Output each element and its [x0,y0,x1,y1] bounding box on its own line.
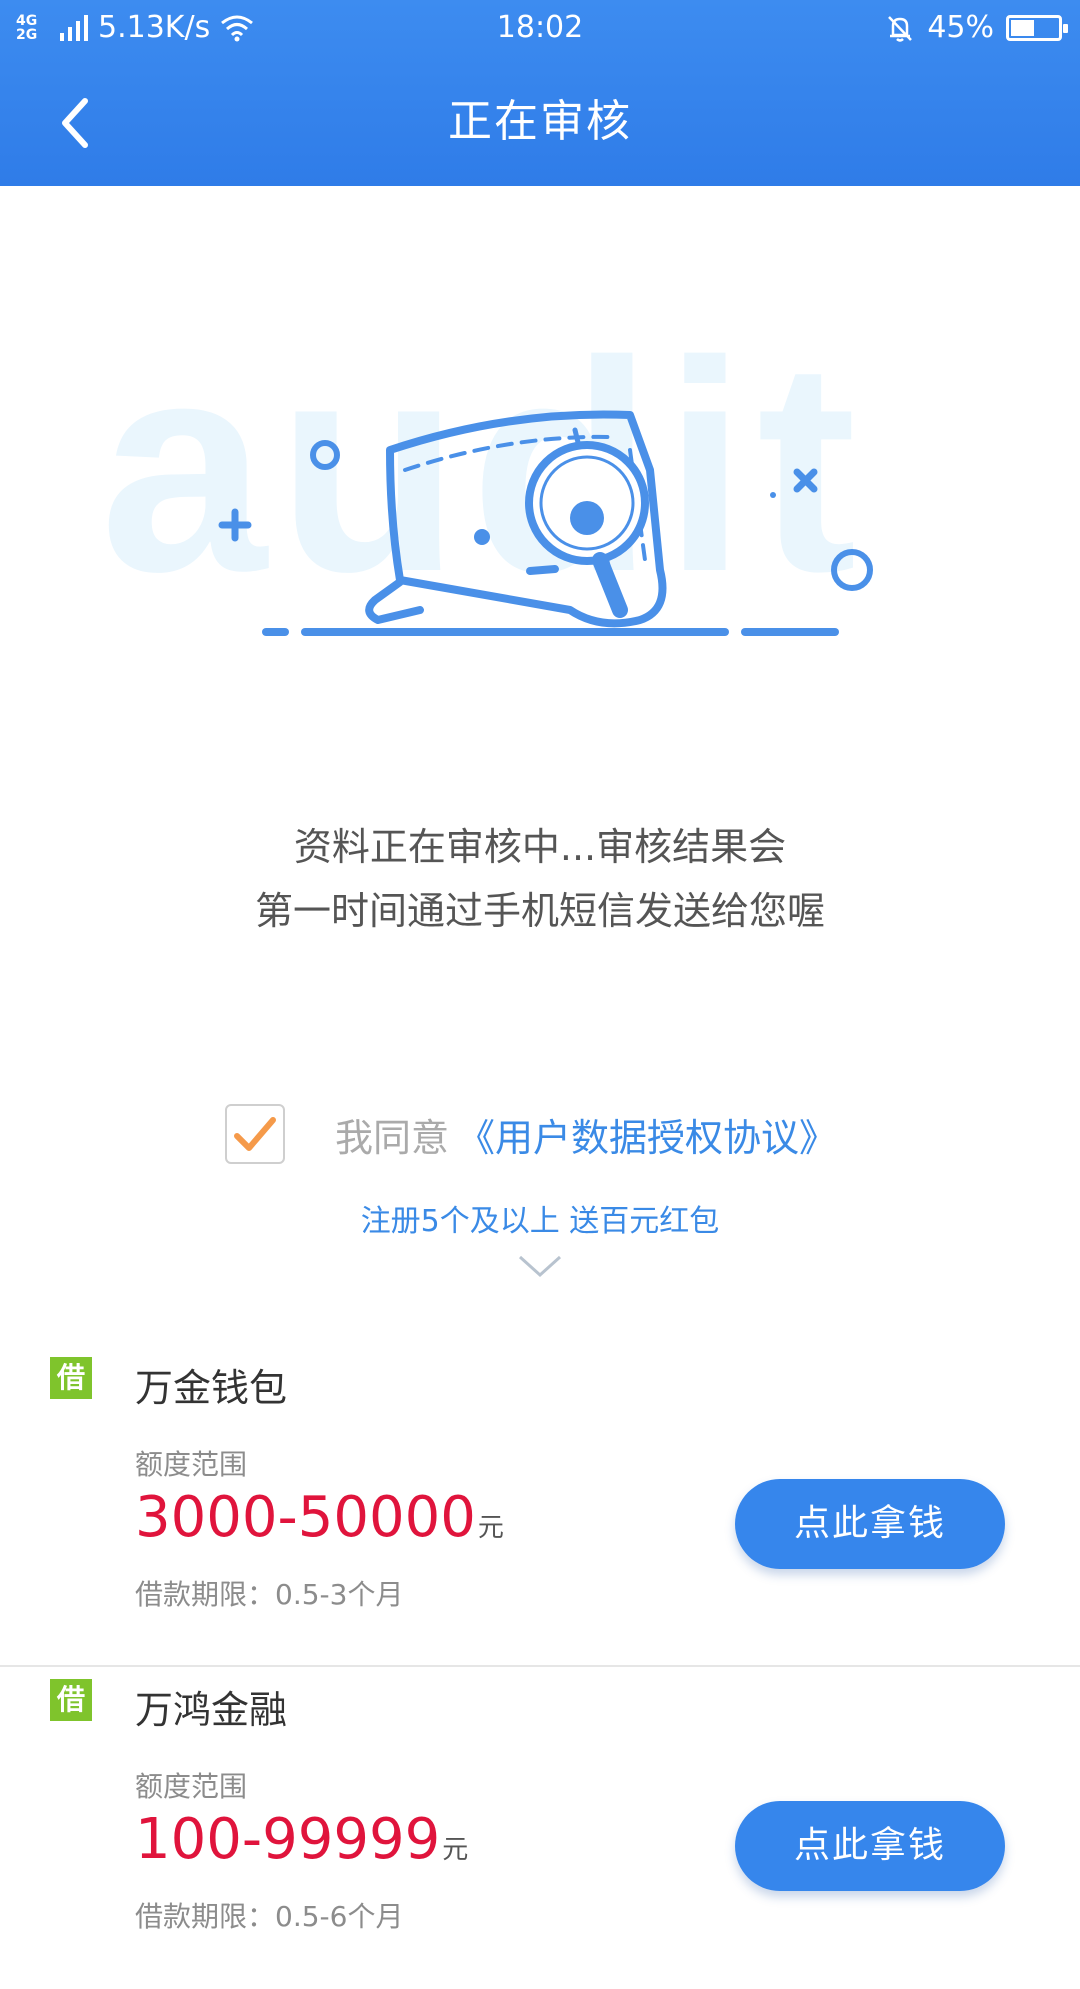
loan-term: 借款期限：0.5-6个月 [135,1900,404,1933]
product-name: 万金钱包 [135,1366,288,1410]
agreement-link[interactable]: 《用户数据授权协议》 [457,1107,837,1162]
review-message: 资料正在审核中...审核结果会 第一时间通过手机短信发送给您喔 [0,815,1080,943]
status-bar: 4G 2G 5.13K/s 18:02 45% [0,0,1080,58]
audit-illustration: audit [100,320,873,636]
amount-value: 100-99999 [135,1807,441,1872]
agreement-row: 我同意 《用户数据授权协议》 [225,1103,837,1165]
amount-unit: 元 [442,1835,469,1865]
loan-term: 借款期限：0.5-3个月 [135,1578,404,1611]
product-name: 万鸿金融 [135,1688,288,1732]
top-bar: 4G 2G 5.13K/s 18:02 45% 正在审核 [0,0,1080,186]
loan-badge: 借 [50,1679,92,1721]
get-money-button[interactable]: 点此拿钱 [735,1801,1005,1891]
battery-icon [1006,14,1068,41]
agreement-prefix: 我同意 [335,1115,450,1160]
review-message-line1: 资料正在审核中...审核结果会 [293,825,787,869]
audit-watermark: audit [100,320,867,634]
battery-percent: 45% [927,10,994,45]
chevron-down-icon[interactable] [518,1253,562,1279]
promo-text[interactable]: 注册5个及以上 送百元红包 [0,1196,1080,1240]
mute-bell-icon [888,15,913,42]
product-card: 借 万鸿金融 额度范围 100-99999元 借款期限：0.5-6个月 点此拿钱 [0,1667,1080,1989]
amount-unit: 元 [477,1513,504,1543]
range-label: 额度范围 [135,1448,248,1481]
status-right: 45% [885,10,1068,45]
product-card: 借 万金钱包 额度范围 3000-50000元 借款期限：0.5-3个月 点此拿… [0,1345,1080,1667]
range-label: 额度范围 [135,1770,248,1803]
nav-bar: 正在审核 [0,58,1080,186]
amount-range: 100-99999元 [135,1807,468,1872]
review-message-line2: 第一时间通过手机短信发送给您喔 [254,889,825,933]
page-title: 正在审核 [448,96,632,147]
amount-range: 3000-50000元 [135,1485,504,1550]
agreement-checkbox[interactable] [225,1104,285,1164]
loan-badge: 借 [50,1357,92,1399]
checkmark-icon [234,1117,276,1151]
amount-value: 3000-50000 [135,1485,476,1550]
get-money-button[interactable]: 点此拿钱 [735,1479,1005,1569]
